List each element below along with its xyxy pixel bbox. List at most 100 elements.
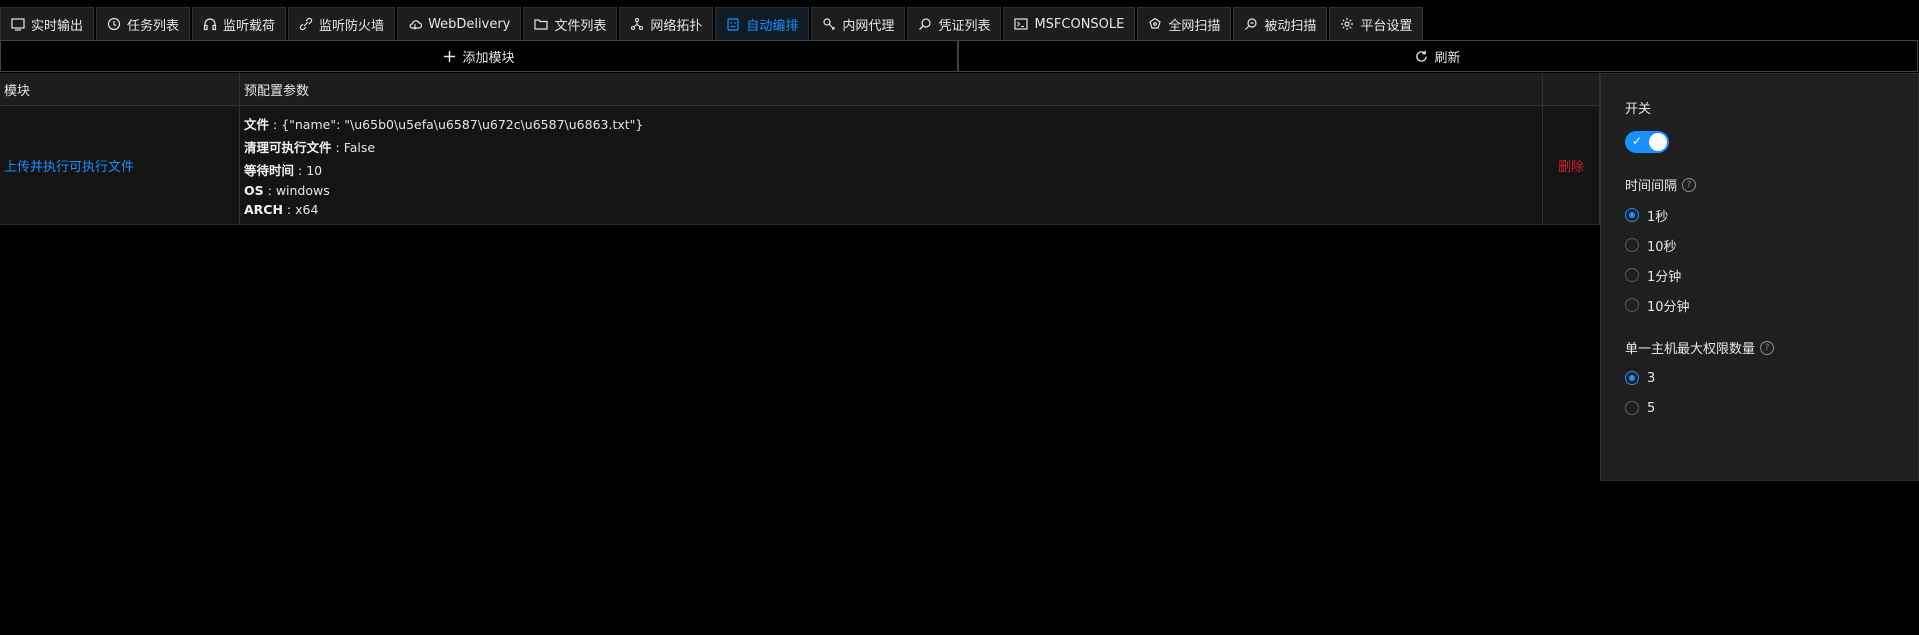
tab-bar: 实时输出 任务列表 监听载荷 监听防火墙 WebDelivery 文件列表 网络拓扑 自动编排… bbox=[0, 0, 1919, 40]
params-cell: 文件 : {"name": "\u65b0\u5efa\u6587\u672c\… bbox=[240, 106, 1543, 224]
tab-4[interactable]: WebDelivery bbox=[397, 7, 522, 40]
tab-0[interactable]: 实时输出 bbox=[0, 7, 95, 40]
settings-panel: 开关 ✓ 时间间隔 ? 1秒 10秒 1分钟 10分钟 单一主机最大权限数量 ? 35 bbox=[1600, 73, 1919, 481]
param-value: windows bbox=[275, 182, 330, 198]
link-icon bbox=[299, 17, 313, 31]
monitor-icon bbox=[11, 17, 25, 31]
table-header: 模块 预配置参数 bbox=[0, 73, 1600, 106]
terminal-icon bbox=[1014, 17, 1029, 31]
param-key: 清理可执行文件 bbox=[244, 139, 332, 155]
radar-icon bbox=[1148, 17, 1162, 31]
radio-circle bbox=[1625, 238, 1639, 252]
tab-label: 自动编排 bbox=[746, 18, 799, 34]
tab-7[interactable]: 自动编排 bbox=[715, 7, 810, 40]
refresh-button[interactable]: 刷新 bbox=[958, 40, 1918, 72]
search-icon bbox=[918, 17, 932, 31]
tab-5[interactable]: 文件列表 bbox=[523, 7, 618, 40]
interval-label-text: 时间间隔 bbox=[1625, 179, 1678, 194]
tab-label: 任务列表 bbox=[127, 18, 180, 34]
tab-label: 凭证列表 bbox=[938, 18, 991, 34]
gear-icon bbox=[1340, 17, 1354, 31]
radio-option[interactable]: 5 bbox=[1625, 393, 1918, 423]
tab-11[interactable]: 全网扫描 bbox=[1137, 7, 1232, 40]
switch-knob bbox=[1649, 133, 1667, 151]
tab-8[interactable]: 内网代理 bbox=[811, 7, 906, 40]
tab-1[interactable]: 任务列表 bbox=[96, 7, 191, 40]
radio-label: 10秒 bbox=[1647, 239, 1677, 255]
network-icon bbox=[630, 17, 644, 31]
interval-radio-group: 1秒 10秒 1分钟 10分钟 bbox=[1625, 200, 1918, 320]
param-item: 等待时间 : 10 bbox=[244, 162, 323, 178]
tab-label: 实时输出 bbox=[31, 18, 84, 34]
tab-label: 监听防火墙 bbox=[319, 18, 385, 34]
param-value: {"name": "\u65b0\u5efa\u6587\u672c\u6587… bbox=[281, 116, 644, 132]
tab-label: 被动扫描 bbox=[1264, 18, 1317, 34]
column-header-module: 模块 bbox=[0, 73, 240, 105]
robot-icon bbox=[726, 17, 740, 31]
param-key: 文件 bbox=[244, 116, 270, 132]
refresh-label: 刷新 bbox=[1434, 50, 1461, 66]
delete-button[interactable]: 删除 bbox=[1558, 156, 1584, 175]
radio-option[interactable]: 1秒 bbox=[1625, 200, 1918, 230]
max-privilege-radio-group: 35 bbox=[1625, 363, 1918, 423]
param-item: 清理可执行文件 : False bbox=[244, 139, 376, 155]
radio-label: 1分钟 bbox=[1647, 269, 1682, 285]
radio-option[interactable]: 1分钟 bbox=[1625, 260, 1918, 290]
param-key: 等待时间 bbox=[244, 162, 295, 178]
tab-9[interactable]: 凭证列表 bbox=[907, 7, 1002, 40]
tab-12[interactable]: 被动扫描 bbox=[1233, 7, 1328, 40]
module-table: 模块 预配置参数 上传并执行可执行文件 文件 : {"name": "\u65b… bbox=[0, 73, 1600, 225]
help-icon[interactable]: ? bbox=[1682, 177, 1697, 192]
max-privilege-label-text: 单一主机最大权限数量 bbox=[1625, 342, 1756, 357]
enable-switch[interactable]: ✓ bbox=[1625, 131, 1669, 153]
help-icon[interactable]: ? bbox=[1760, 340, 1775, 355]
tab-13[interactable]: 平台设置 bbox=[1329, 7, 1424, 40]
tab-3[interactable]: 监听防火墙 bbox=[288, 7, 396, 40]
switch-label: 开关 bbox=[1625, 98, 1918, 117]
radio-label: 10分钟 bbox=[1647, 299, 1690, 315]
add-module-button[interactable]: 添加模块 bbox=[0, 40, 958, 72]
radio-label: 5 bbox=[1647, 400, 1656, 416]
max-privilege-label: 单一主机最大权限数量 ? bbox=[1625, 338, 1918, 357]
toolbar: 添加模块 刷新 bbox=[0, 40, 1919, 72]
param-value: x64 bbox=[295, 201, 319, 217]
add-module-label: 添加模块 bbox=[462, 50, 515, 66]
param-value: 10 bbox=[306, 162, 323, 178]
radio-circle bbox=[1625, 401, 1639, 415]
cloud-icon bbox=[408, 17, 423, 31]
radio-option[interactable]: 3 bbox=[1625, 363, 1918, 393]
tab-label: 全网扫描 bbox=[1168, 18, 1221, 34]
column-header-params: 预配置参数 bbox=[240, 73, 1543, 105]
clock-icon bbox=[107, 17, 121, 31]
radio-circle bbox=[1625, 208, 1639, 222]
radio-option[interactable]: 10分钟 bbox=[1625, 290, 1918, 320]
tab-label: MSFCONSOLE bbox=[1034, 16, 1125, 32]
tab-label: 网络拓扑 bbox=[650, 18, 703, 34]
radio-circle bbox=[1625, 268, 1639, 282]
tab-label: 监听载荷 bbox=[223, 18, 276, 34]
tab-label: 文件列表 bbox=[554, 18, 607, 34]
param-item: OS : windows bbox=[244, 182, 330, 198]
radio-label: 3 bbox=[1647, 370, 1656, 386]
tab-2[interactable]: 监听载荷 bbox=[192, 7, 287, 40]
zoom-icon bbox=[1244, 17, 1258, 31]
action-cell: 删除 bbox=[1543, 106, 1600, 224]
radio-option[interactable]: 10秒 bbox=[1625, 230, 1918, 260]
tab-label: 内网代理 bbox=[842, 18, 895, 34]
column-header-action bbox=[1543, 73, 1600, 105]
param-item: 文件 : {"name": "\u65b0\u5efa\u6587\u672c\… bbox=[244, 116, 644, 132]
param-key: OS bbox=[244, 182, 264, 198]
module-link[interactable]: 上传并执行可执行文件 bbox=[4, 156, 134, 175]
interval-label: 时间间隔 ? bbox=[1625, 175, 1918, 194]
module-cell: 上传并执行可执行文件 bbox=[0, 106, 240, 224]
tab-label: 平台设置 bbox=[1360, 18, 1413, 34]
param-value: False bbox=[343, 139, 376, 155]
refresh-icon bbox=[1416, 50, 1428, 62]
headphones-icon bbox=[203, 17, 217, 31]
proxy-icon bbox=[822, 17, 836, 31]
radio-circle bbox=[1625, 371, 1639, 385]
tab-6[interactable]: 网络拓扑 bbox=[619, 7, 714, 40]
switch-label-text: 开关 bbox=[1625, 102, 1652, 117]
tab-10[interactable]: MSFCONSOLE bbox=[1003, 7, 1136, 40]
radio-label: 1秒 bbox=[1647, 209, 1669, 225]
